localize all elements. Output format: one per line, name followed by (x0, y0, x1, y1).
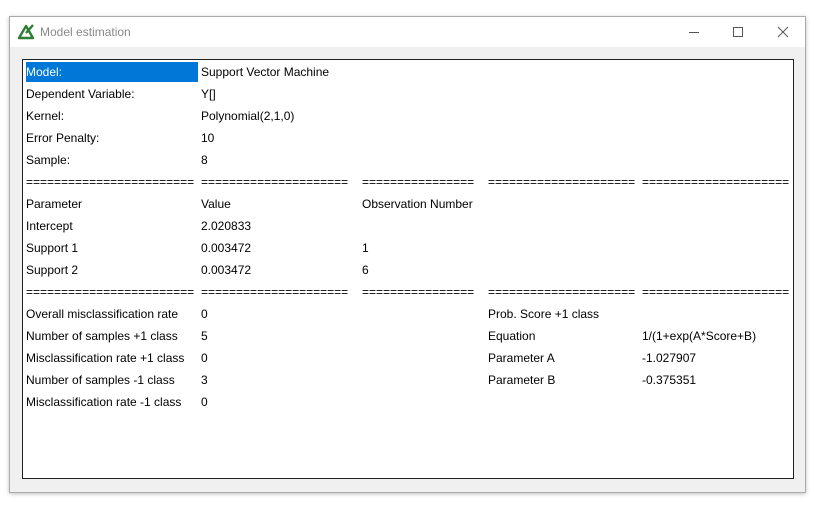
cell-r5-c4[interactable]: ===================== (642, 172, 789, 192)
cell-r3-c1[interactable]: 10 (201, 128, 214, 148)
cell-r7-c0[interactable]: Intercept (26, 216, 73, 236)
cell-r2-c1[interactable]: Polynomial(2,1,0) (201, 106, 294, 126)
cell-r11-c1[interactable]: 0 (201, 304, 208, 324)
close-button[interactable] (761, 21, 805, 43)
window-title: Model estimation (40, 25, 131, 39)
cell-r4-c1[interactable]: 8 (201, 150, 208, 170)
cell-r1-c1[interactable]: Y[] (201, 84, 216, 104)
cell-r5-c2[interactable]: ================ (362, 172, 474, 192)
cell-r14-c0[interactable]: Number of samples -1 class (26, 370, 175, 390)
cell-r13-c4[interactable]: -1.027907 (642, 348, 696, 368)
cell-r10-c0[interactable]: ======================== (26, 282, 194, 302)
cell-r1-c0[interactable]: Dependent Variable: (26, 84, 135, 104)
cell-r9-c1[interactable]: 0.003472 (201, 260, 251, 280)
cell-r2-c0[interactable]: Kernel: (26, 106, 64, 126)
cell-r0-c1[interactable]: Support Vector Machine (201, 62, 329, 82)
cell-r6-c0[interactable]: Parameter (26, 194, 82, 214)
cell-r5-c0[interactable]: ======================== (26, 172, 194, 192)
cell-r14-c4[interactable]: -0.375351 (642, 370, 696, 390)
cell-r14-c3[interactable]: Parameter B (488, 370, 555, 390)
cell-r12-c1[interactable]: 5 (201, 326, 208, 346)
cell-r10-c3[interactable]: ===================== (488, 282, 635, 302)
cell-r7-c1[interactable]: 2.020833 (201, 216, 251, 236)
cell-r11-c3[interactable]: Prob. Score +1 class (488, 304, 599, 324)
cell-r10-c2[interactable]: ================ (362, 282, 474, 302)
cell-r8-c1[interactable]: 0.003472 (201, 238, 251, 258)
cell-r5-c1[interactable]: ===================== (201, 172, 348, 192)
cell-r9-c2[interactable]: 6 (362, 260, 369, 280)
cell-r13-c1[interactable]: 0 (201, 348, 208, 368)
app-logo-icon (18, 24, 35, 40)
cell-r6-c1[interactable]: Value (201, 194, 231, 214)
title-bar[interactable]: Model estimation (10, 17, 805, 47)
model-estimation-window: Model estimation Model: Support Vector Ma… (9, 16, 806, 493)
close-icon (777, 26, 789, 38)
cell-r12-c4[interactable]: 1/(1+exp(A*Score+B) (642, 326, 756, 346)
cell-r0-c0[interactable]: Model: (26, 62, 198, 82)
cell-r13-c3[interactable]: Parameter A (488, 348, 555, 368)
cell-r13-c0[interactable]: Misclassification rate +1 class (26, 348, 184, 368)
cell-r11-c0[interactable]: Overall misclassification rate (26, 304, 178, 324)
cell-r15-c1[interactable]: 0 (201, 392, 208, 412)
cell-r10-c1[interactable]: ===================== (201, 282, 348, 302)
cell-r9-c0[interactable]: Support 2 (26, 260, 78, 280)
cell-r8-c2[interactable]: 1 (362, 238, 369, 258)
cell-r6-c2[interactable]: Observation Number (362, 194, 473, 214)
cell-r15-c0[interactable]: Misclassification rate -1 class (26, 392, 181, 412)
cell-r5-c3[interactable]: ===================== (488, 172, 635, 192)
cell-r4-c0[interactable]: Sample: (26, 150, 70, 170)
cell-r10-c4[interactable]: ===================== (642, 282, 789, 302)
results-grid[interactable]: Model: Support Vector Machine Dependent Va… (22, 59, 794, 479)
minimize-icon (689, 32, 699, 33)
cell-r12-c0[interactable]: Number of samples +1 class (26, 326, 178, 346)
cell-r3-c0[interactable]: Error Penalty: (26, 128, 99, 148)
maximize-icon (733, 27, 743, 37)
cell-r12-c3[interactable]: Equation (488, 326, 535, 346)
minimize-button[interactable] (672, 21, 716, 43)
cell-r8-c0[interactable]: Support 1 (26, 238, 78, 258)
maximize-button[interactable] (716, 21, 760, 43)
cell-r14-c1[interactable]: 3 (201, 370, 208, 390)
